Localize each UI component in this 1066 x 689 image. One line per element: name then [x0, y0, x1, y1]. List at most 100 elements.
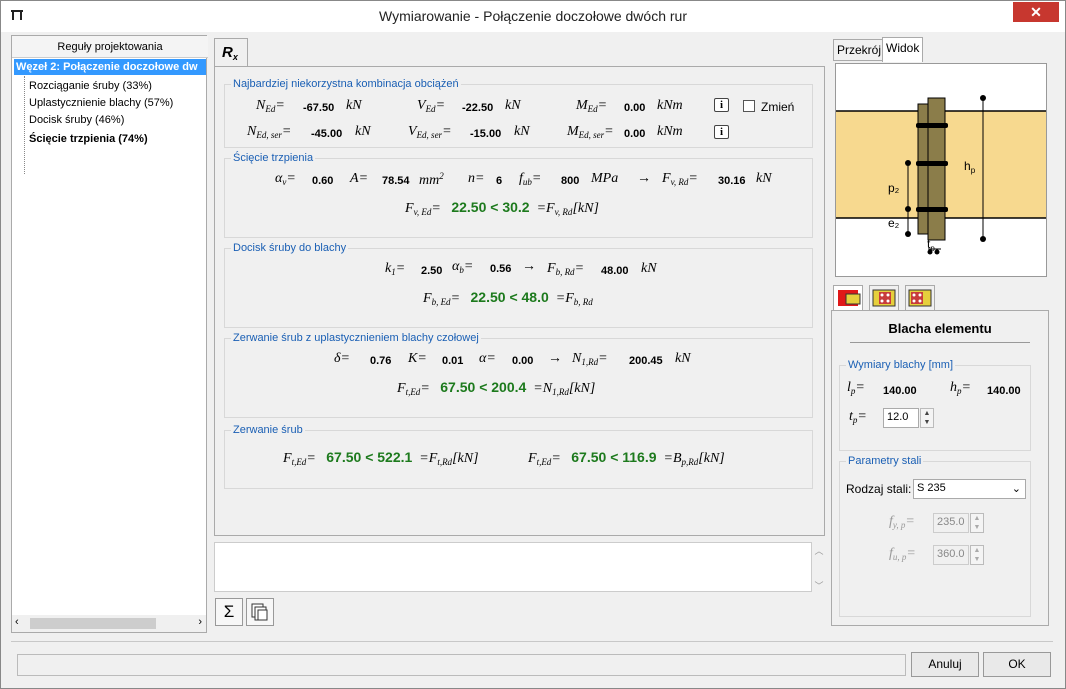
fub-unit: MPa — [591, 171, 619, 186]
spin-up-icon[interactable]: ▲ — [921, 409, 933, 418]
fvrd-value: 30.16 — [718, 175, 746, 187]
fbrd-symbol: Fb, Rd= — [547, 261, 585, 277]
bolt — [916, 161, 948, 166]
tree-item-shear[interactable]: Ścięcie trzpienia (74%) — [29, 133, 148, 145]
group-bolt-rupture-yield: Zerwanie śrub z uplastycznieniem blachy … — [224, 332, 813, 418]
tp-input[interactable]: 12.0 — [883, 408, 919, 428]
tab-bolt-plate-2[interactable] — [905, 285, 935, 311]
ned-unit: kN — [346, 98, 362, 113]
spin-down-icon[interactable]: ▼ — [971, 555, 983, 564]
alpha-v-symbol: αv= — [275, 171, 296, 187]
close-button[interactable]: ✕ — [1013, 2, 1059, 22]
spin-up-icon[interactable]: ▲ — [971, 546, 983, 555]
tree-item-tension[interactable]: Rozciąganie śruby (33%) — [29, 80, 152, 92]
status-bar — [17, 654, 906, 676]
delta-value: 0.76 — [370, 355, 392, 367]
med-unit: kNm — [657, 98, 683, 113]
rules-tree: Reguły projektowania Węzeł 2: Połączenie… — [11, 35, 208, 633]
spin-down-icon[interactable]: ▼ — [971, 523, 983, 532]
delta-symbol: δ= — [334, 351, 350, 366]
group-bolt-bearing: Docisk śruby do blachy k1= 2.50 αb= 0.56… — [224, 242, 813, 328]
n1rd-value: 200.45 — [629, 355, 663, 367]
group-steel-params: Parametry stali Rodzaj stali: S 235 ⌄ fy,… — [839, 455, 1031, 617]
plate-panel: Blacha elementu Wymiary blachy [mm] lp= … — [831, 310, 1049, 626]
spin-down-icon[interactable]: ▼ — [921, 418, 933, 427]
alpha-value: 0.00 — [512, 355, 534, 367]
fu-input[interactable]: 360.0 — [933, 545, 969, 565]
group-title: Ścięcie trzpienia — [231, 152, 316, 164]
sum-button[interactable]: Σ — [215, 598, 243, 626]
tab-bolt-plate[interactable] — [869, 285, 899, 311]
alpha-v-value: 0.60 — [312, 175, 334, 187]
bolt — [916, 207, 948, 212]
check-expression: Fv, Ed= 22.50 < 30.2 =Fv, Rd[kN] — [405, 199, 599, 217]
tree-item-node[interactable]: Węzeł 2: Połączenie doczołowe dw — [14, 59, 206, 75]
tab-element-plate[interactable] — [833, 285, 863, 312]
fbrd-value: 48.00 — [601, 265, 629, 277]
area-unit: mm2 — [419, 171, 444, 188]
close-icon: ✕ — [1030, 4, 1042, 20]
group-title: Wymiary blachy [mm] — [846, 359, 956, 371]
spin-up-icon[interactable]: ▲ — [971, 514, 983, 523]
n-symbol: n= — [468, 171, 485, 186]
ned-ser-symbol: NEd, ser= — [247, 124, 292, 140]
fy-symbol: fy, p= — [889, 514, 915, 530]
notes-area[interactable] — [214, 542, 812, 592]
check-result-1: 67.50 < 522.1 — [326, 449, 413, 465]
steel-kind-select[interactable]: S 235 ⌄ — [913, 479, 1026, 499]
group-title: Najbardziej niekorzystna kombinacja obci… — [231, 78, 461, 90]
scroll-thumb[interactable] — [30, 618, 156, 629]
fy-input[interactable]: 235.0 — [933, 513, 969, 533]
area-value: 78.54 — [382, 175, 410, 187]
tp-symbol: tp= — [849, 409, 867, 425]
fu-spinner[interactable]: ▲ ▼ — [970, 545, 984, 565]
ok-button[interactable]: OK — [983, 652, 1051, 677]
e2-label: e₂ — [888, 216, 900, 230]
change-checkbox[interactable] — [743, 100, 755, 112]
tab-view[interactable]: Widok — [882, 37, 924, 62]
tree-hscrollbar[interactable]: ‹ › — [12, 615, 206, 632]
results-panel: Najbardziej niekorzystna kombinacja obci… — [214, 66, 825, 536]
tree-connector — [24, 76, 25, 174]
fu-symbol: fu, p= — [889, 546, 916, 562]
group-title: Zerwanie śrub — [231, 424, 305, 436]
tab-cross-section[interactable]: Przekrój — [833, 39, 886, 61]
scroll-down-icon[interactable]: ﹀ — [812, 579, 826, 592]
n-value: 6 — [496, 175, 503, 187]
copy-button[interactable] — [246, 598, 274, 626]
fy-spinner[interactable]: ▲ ▼ — [970, 513, 984, 533]
check-expression-1: Ft,Ed= 67.50 < 522.1 =Ft,Rd[kN] — [283, 449, 479, 467]
tab-results[interactable]: Rx — [214, 38, 248, 67]
info-icon[interactable]: i — [714, 98, 729, 112]
tree-header[interactable]: Reguły projektowania — [12, 36, 208, 58]
scroll-left-icon[interactable]: ‹ — [15, 616, 19, 628]
arrow-icon: → — [522, 259, 536, 274]
group-bolt-rupture: Zerwanie śrub Ft,Ed= 67.50 < 522.1 =Ft,R… — [224, 424, 813, 489]
joint-preview: hp p₂ e₂ tp — [835, 63, 1047, 277]
cancel-button[interactable]: Anuluj — [911, 652, 979, 677]
scroll-right-icon[interactable]: › — [198, 616, 202, 628]
check-result: 22.50 < 30.2 — [451, 199, 530, 215]
check-expression: Fb, Ed= 22.50 < 48.0 =Fb, Rd — [423, 289, 593, 307]
chevron-down-icon: ⌄ — [1011, 483, 1021, 495]
tree-item-bearing[interactable]: Docisk śruby (46%) — [29, 114, 124, 126]
n1rd-symbol: N1,Rd= — [572, 351, 608, 367]
alpha-b-symbol: αb= — [452, 259, 474, 275]
title-bar: Wymiarowanie - Połączenie doczołowe dwóc… — [1, 1, 1065, 32]
ned-ser-unit: kN — [355, 124, 371, 139]
notes-scrollbar[interactable]: ︿ ﹀ — [812, 542, 826, 592]
k1-symbol: k1= — [385, 261, 406, 277]
fbrd-unit: kN — [641, 261, 657, 276]
area-symbol: A= — [350, 171, 369, 186]
info-icon[interactable]: i — [714, 125, 729, 139]
n1rd-unit: kN — [675, 351, 691, 366]
check-result: 67.50 < 200.4 — [440, 379, 527, 395]
scroll-up-icon[interactable]: ︿ — [812, 544, 826, 557]
tp-spinner[interactable]: ▲ ▼ — [920, 408, 934, 428]
bolt — [916, 123, 948, 128]
group-title: Docisk śruby do blachy — [231, 242, 349, 254]
fub-symbol: fub= — [519, 171, 542, 187]
tree-item-yielding[interactable]: Uplastycznienie blachy (57%) — [29, 97, 173, 109]
med-ser-symbol: MEd, ser= — [567, 124, 614, 140]
dialog-window: Wymiarowanie - Połączenie doczołowe dwóc… — [0, 0, 1066, 689]
